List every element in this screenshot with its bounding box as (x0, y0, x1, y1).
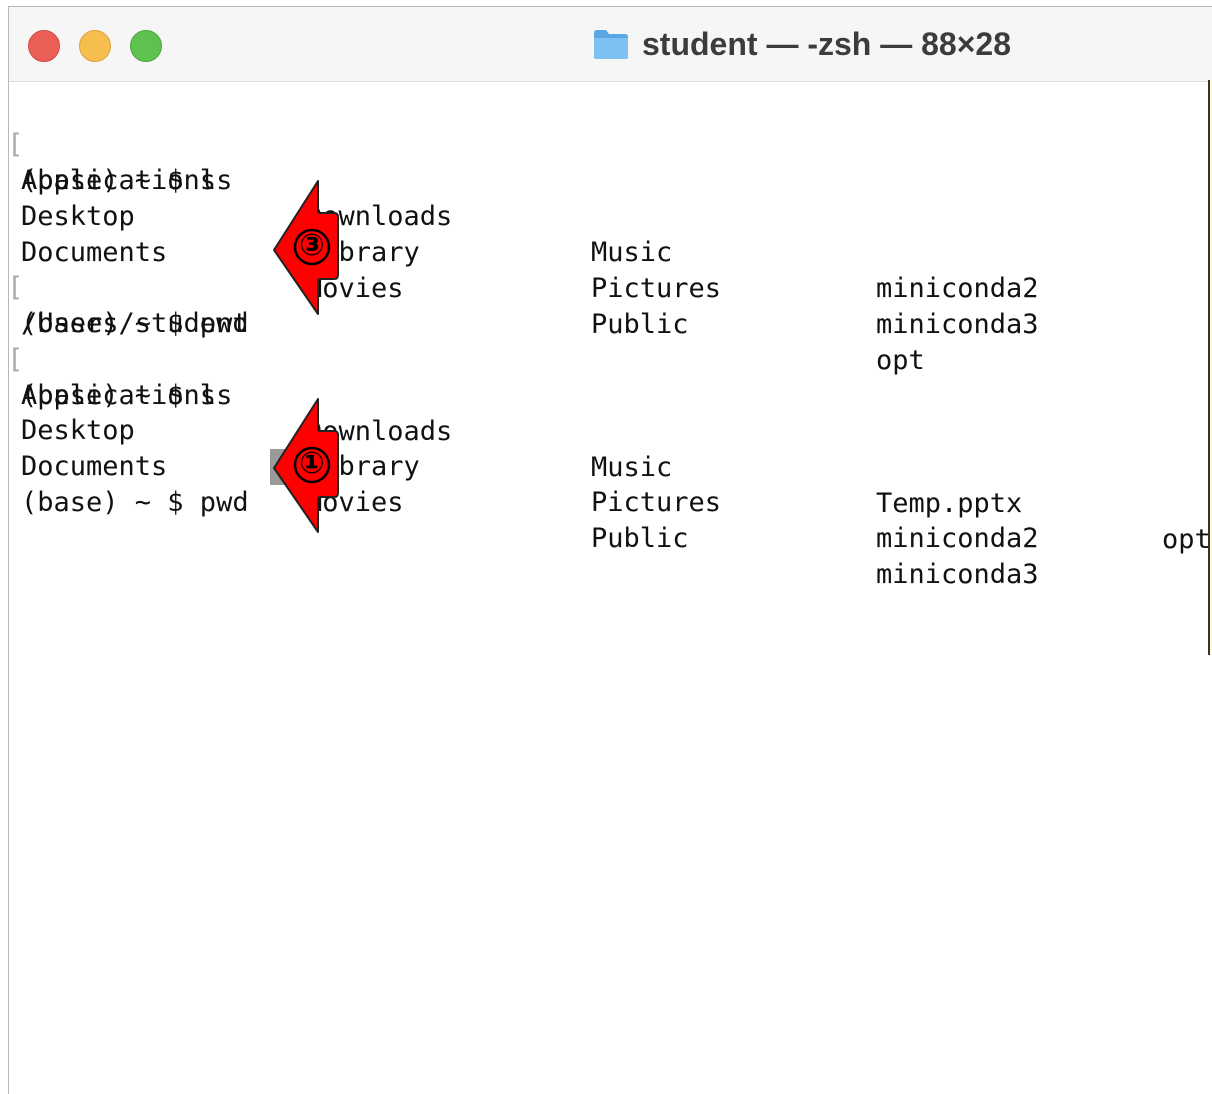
terminal-line: [ (base) ~ $ pwd (9, 234, 1209, 339)
callout-label-1: ① (299, 446, 325, 481)
minimize-button[interactable] (79, 30, 111, 62)
ls-output-row: Documents Movies Public opt (9, 199, 1209, 376)
terminal-line: [ (base) ~ $ ls (9, 91, 1209, 196)
side-panel-edge (1208, 80, 1212, 655)
window-title: student — -zsh — 88×28 (642, 25, 1011, 62)
ls-output-row: Applications Downloads Music Temp.pptx o… (9, 342, 1211, 555)
callout-label-3: ③ (299, 228, 325, 263)
list-item: opt (1162, 524, 1211, 555)
ls-output-row: Applications Downloads Music miniconda2 (9, 127, 1209, 304)
ls-output-row: Desktop Library Pictures miniconda2 (9, 377, 1209, 554)
title-bar[interactable]: student — -zsh — 88×28 (9, 7, 1212, 82)
list-item: Pictures (591, 487, 722, 518)
close-button[interactable] (28, 30, 60, 62)
ls-output-row: Desktop Library Pictures miniconda3 (9, 163, 1209, 340)
terminal-window: student — -zsh — 88×28 [ (base) ~ $ ls A… (8, 6, 1212, 1094)
terminal-line: (base) ~ $ pwd (9, 449, 1209, 518)
terminal-output[interactable]: [ (base) ~ $ ls Applications Downloads M… (9, 82, 1212, 1094)
prompt-line: (base) ~ $ pwd (21, 487, 249, 518)
list-item: miniconda2 (876, 523, 1039, 554)
terminal-line: /Users/student (9, 270, 1209, 339)
list-item: Temp.pptx (876, 488, 1023, 519)
ls-output-row: Documents Movies Public miniconda3 (9, 413, 1209, 590)
maximize-button[interactable] (130, 30, 162, 62)
list-item: Public (591, 523, 689, 554)
window-title-group: student — -zsh — 88×28 (592, 23, 1011, 65)
folder-icon (594, 30, 628, 59)
list-item: miniconda3 (876, 559, 1039, 590)
terminal-line: [ (base) ~ $ ls (9, 306, 1209, 411)
